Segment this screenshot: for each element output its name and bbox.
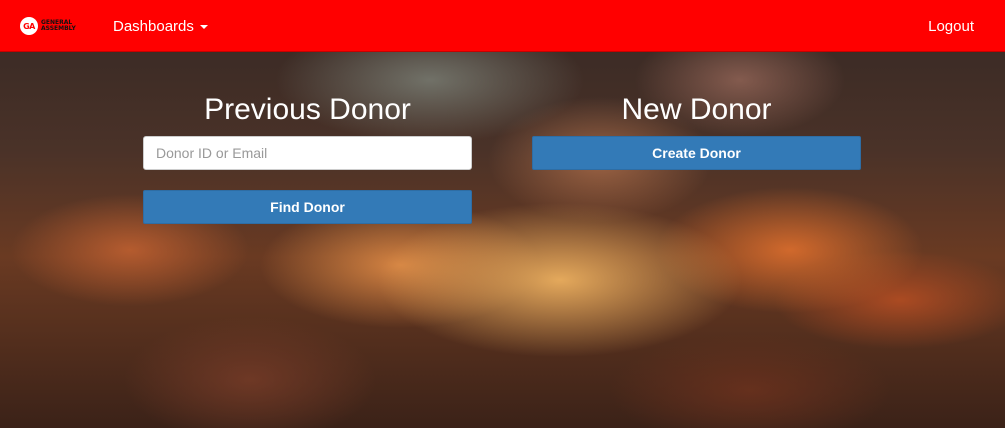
dashboards-label: Dashboards	[113, 17, 194, 35]
general-assembly-logo[interactable]: GA General Assembly	[20, 16, 76, 36]
logo-badge: GA	[20, 17, 38, 35]
logo-wordmark: General Assembly	[41, 20, 76, 32]
previous-donor-section: Previous Donor Find Donor	[143, 92, 472, 224]
logo-line-2: Assembly	[41, 25, 76, 32]
logout-link[interactable]: Logout	[928, 16, 974, 36]
find-donor-button[interactable]: Find Donor	[143, 190, 472, 224]
create-donor-button[interactable]: Create Donor	[532, 136, 861, 170]
top-navbar: GA General Assembly Dashboards Logout	[0, 0, 1005, 52]
previous-donor-heading: Previous Donor	[204, 93, 411, 126]
dashboards-dropdown[interactable]: Dashboards	[113, 16, 208, 36]
caret-down-icon	[199, 25, 208, 29]
new-donor-section: New Donor Create Donor	[532, 92, 861, 170]
donor-search-input[interactable]	[143, 136, 472, 170]
new-donor-heading: New Donor	[621, 93, 772, 126]
